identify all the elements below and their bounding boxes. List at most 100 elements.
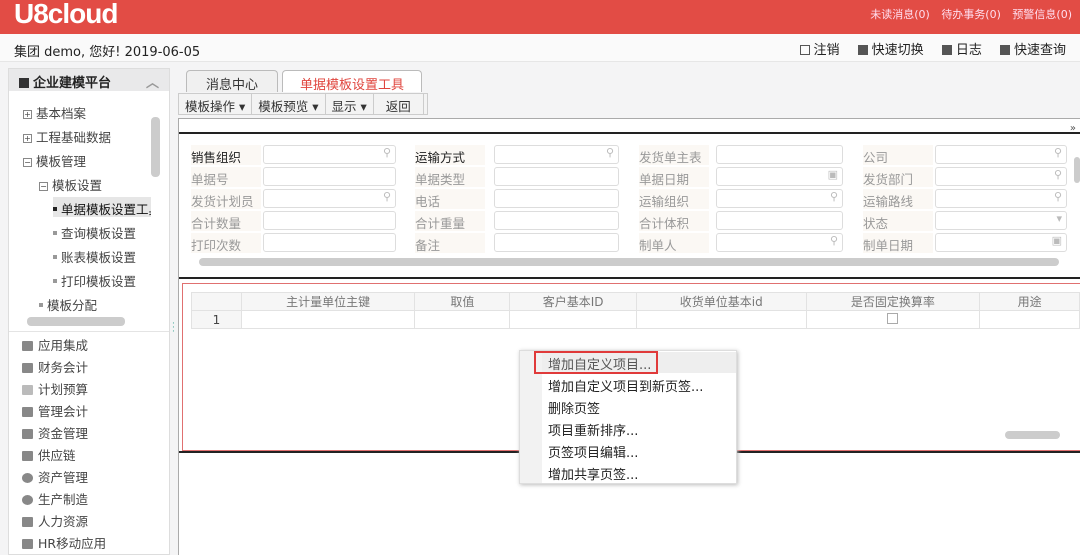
back-button[interactable]: 返回 — [374, 94, 424, 114]
module-treasury[interactable]: 资金管理 — [22, 423, 88, 442]
expand-icon[interactable]: + — [23, 110, 32, 119]
grid-horizontal-scrollbar[interactable] — [1005, 431, 1060, 439]
grid-cell[interactable] — [240, 310, 416, 329]
template-preview-menu[interactable]: 模板预览 ▾ — [252, 94, 326, 114]
field-input[interactable]: ⚲ — [263, 189, 396, 208]
tree-item[interactable]: + 工程基础数据 — [23, 127, 111, 146]
tree-vertical-scrollbar[interactable] — [151, 117, 160, 177]
module-finance[interactable]: 财务会计 — [22, 357, 88, 376]
module-assets[interactable]: 资产管理 — [22, 467, 88, 486]
field-input[interactable] — [716, 211, 843, 230]
grid-cell[interactable] — [805, 310, 981, 329]
splitter-handle[interactable]: · · · — [172, 320, 175, 337]
field-input[interactable] — [494, 167, 619, 186]
search-icon[interactable]: ⚲ — [1054, 168, 1062, 181]
grid-cell[interactable] — [414, 310, 511, 329]
tree-item[interactable]: 查询模板设置 — [53, 223, 136, 242]
search-icon[interactable]: ⚲ — [830, 234, 838, 247]
alerts-link[interactable]: 预警信息(0) — [1012, 8, 1072, 21]
menu-item-add-custom-new-tab[interactable]: 增加自定义项目到新页签... — [548, 376, 703, 395]
field-input[interactable] — [494, 189, 619, 208]
tree-item[interactable]: 打印模板设置 — [53, 271, 136, 290]
search-icon[interactable]: ⚲ — [1054, 146, 1062, 159]
collapse-icon[interactable]: ︿ — [146, 72, 159, 91]
search-icon[interactable]: ⚲ — [606, 146, 614, 159]
unread-messages-link[interactable]: 未读消息(0) — [870, 8, 930, 21]
table-row[interactable]: 1 — [191, 310, 1080, 329]
tab-message-center[interactable]: 消息中心 — [186, 70, 278, 93]
menu-item-add-shared-tab[interactable]: 增加共享页签... — [548, 464, 638, 483]
field-input[interactable] — [494, 211, 619, 230]
grid-header[interactable]: 收货单位基本id — [635, 292, 807, 311]
tree-item[interactable]: 账表模板设置 — [53, 247, 136, 266]
field-input[interactable]: ⚲ — [716, 189, 843, 208]
form-horizontal-scrollbar[interactable] — [199, 258, 1059, 266]
grid-header[interactable]: 主计量单位主键 — [240, 292, 416, 311]
field-input[interactable]: ⚲ — [935, 145, 1067, 164]
field-input[interactable]: ⚲ — [263, 145, 396, 164]
collapse-icon[interactable]: − — [39, 182, 48, 191]
field-input[interactable]: ⚲ — [935, 167, 1067, 186]
module-hr[interactable]: 人力资源 — [22, 511, 88, 530]
module-budget[interactable]: 计划预算 — [22, 379, 88, 398]
calendar-icon[interactable]: ▣ — [1052, 234, 1062, 247]
menu-item-edit-tab-items[interactable]: 页签项目编辑... — [548, 442, 638, 461]
form-vertical-scrollbar[interactable] — [1074, 157, 1080, 183]
grid-header[interactable]: 是否固定换算率 — [805, 292, 981, 311]
field-input[interactable]: ▾ — [935, 211, 1067, 230]
collapse-icon[interactable]: − — [23, 158, 32, 167]
tree-item[interactable]: − 模板管理 — [23, 151, 86, 170]
expand-icon[interactable]: + — [23, 134, 32, 143]
logo: U8cloud — [14, 0, 118, 29]
grid-cell[interactable] — [635, 310, 807, 329]
quick-query-button[interactable]: 快速查询 — [999, 43, 1066, 58]
field-input[interactable]: ⚲ — [494, 145, 619, 164]
grid-cell[interactable] — [509, 310, 637, 329]
field-input[interactable]: ▣ — [935, 233, 1067, 252]
tree-item[interactable]: + 基本档案 — [23, 103, 86, 122]
field-input[interactable]: ▣ — [716, 167, 843, 186]
field-input[interactable]: ⚲ — [935, 189, 1067, 208]
field-input[interactable] — [263, 233, 396, 252]
search-icon[interactable]: ⚲ — [383, 190, 391, 203]
menu-item-delete-tab[interactable]: 删除页签 — [548, 398, 600, 417]
todo-link[interactable]: 待办事务(0) — [941, 8, 1001, 21]
menu-item-add-custom[interactable]: 增加自定义项目... — [548, 354, 651, 373]
field-input[interactable] — [263, 167, 396, 186]
tree-item[interactable]: 模板分配 — [39, 295, 97, 314]
logout-button[interactable]: 注销 — [799, 43, 840, 58]
log-icon — [941, 45, 952, 55]
search-icon[interactable]: ⚲ — [1054, 190, 1062, 203]
grid-header[interactable]: 客户基本ID — [509, 292, 637, 311]
top-header: U8cloud 未读消息(0) 待办事务(0) 预警信息(0) — [0, 0, 1080, 34]
tree-item-selected[interactable]: 单据模板设置工具 — [53, 197, 151, 217]
calendar-icon[interactable]: ▣ — [828, 168, 838, 181]
module-supply-chain[interactable]: 供应链 — [22, 445, 76, 464]
module-hr-mobile[interactable]: HR移动应用 — [22, 533, 106, 552]
menu-item-reorder[interactable]: 项目重新排序... — [548, 420, 638, 439]
grid-header[interactable]: 取值 — [414, 292, 511, 311]
search-icon[interactable]: ⚲ — [383, 146, 391, 159]
template-operation-menu[interactable]: 模板操作 ▾ — [179, 94, 253, 114]
tree-horizontal-scrollbar[interactable] — [27, 317, 125, 326]
bank-icon — [22, 429, 33, 439]
log-button[interactable]: 日志 — [941, 43, 982, 58]
display-menu[interactable]: 显示 ▾ — [326, 94, 374, 114]
field-input[interactable] — [716, 145, 843, 164]
module-manufacturing[interactable]: 生产制造 — [22, 489, 88, 508]
field-input[interactable] — [263, 211, 396, 230]
module-app-integration[interactable]: 应用集成 — [22, 335, 88, 354]
grid-header[interactable]: 用途 — [979, 292, 1080, 311]
search-icon[interactable]: ⚲ — [830, 190, 838, 203]
dropdown-icon[interactable]: ▾ — [1056, 212, 1062, 225]
quick-switch-button[interactable]: 快速切换 — [857, 43, 924, 58]
tab-bill-template-tool[interactable]: 单据模板设置工具 — [282, 70, 422, 93]
module-management-accounting[interactable]: 管理会计 — [22, 401, 88, 420]
grid-cell[interactable] — [979, 310, 1080, 329]
tree-item[interactable]: − 模板设置 — [39, 175, 102, 194]
fixed-rate-checkbox[interactable] — [887, 312, 899, 324]
sub-bar: 集团 demo, 您好! 2019-06-05 注销 快速切换 日志 快速查询 — [0, 34, 1080, 62]
field-input[interactable] — [494, 233, 619, 252]
sidebar-title[interactable]: 企业建模平台 ︿ — [9, 69, 169, 91]
field-input[interactable]: ⚲ — [716, 233, 843, 252]
